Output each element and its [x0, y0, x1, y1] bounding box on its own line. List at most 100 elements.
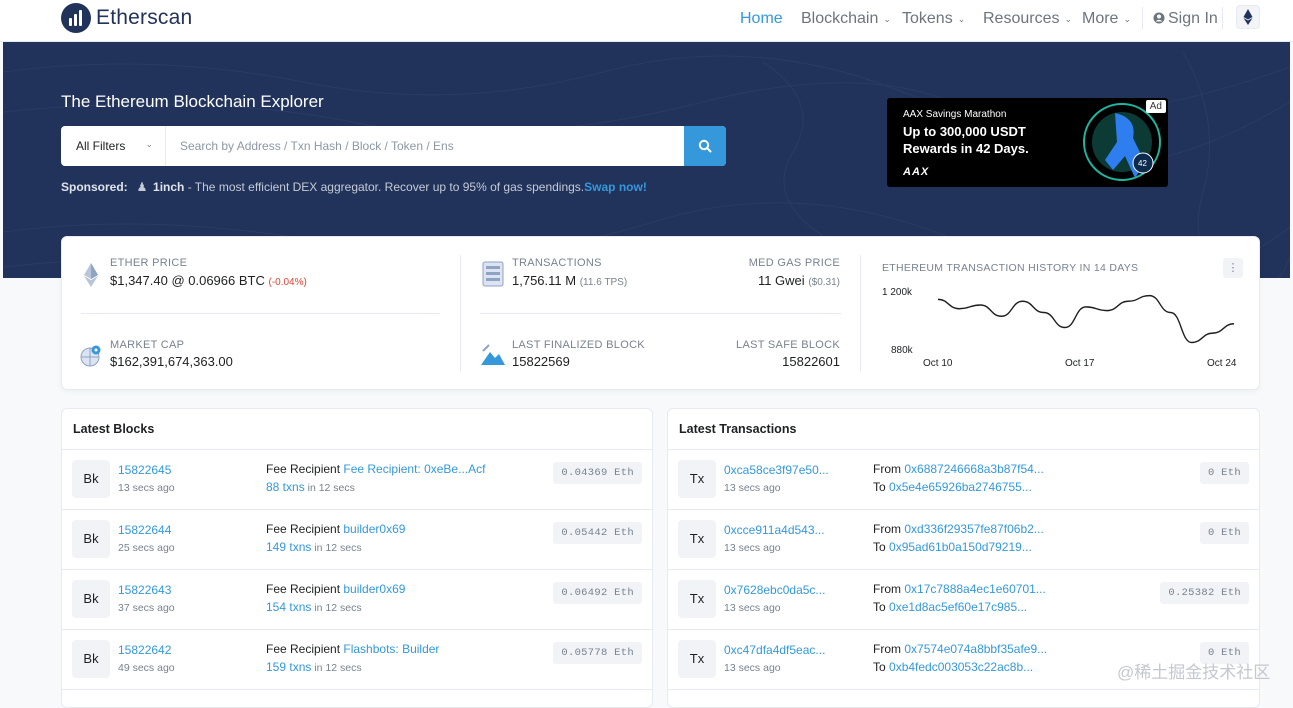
safe-block-value[interactable]: 15822601: [782, 354, 840, 369]
nav-signin[interactable]: Sign In: [1153, 10, 1218, 28]
transaction-row: Tx0xca58ce3f97e50...13 secs agoFrom 0x68…: [668, 450, 1259, 510]
from-address-link[interactable]: 0x17c7888a4ec1e60701...: [904, 582, 1045, 596]
transaction-hash-link[interactable]: 0xca58ce3f97e50...: [724, 463, 829, 477]
finalized-block-value[interactable]: 15822569: [512, 354, 570, 369]
transactions-value[interactable]: 1,756.11 M (11.6 TPS): [512, 273, 627, 288]
gas-price-usd: ($0.31): [808, 277, 840, 288]
globe-icon: [79, 343, 103, 369]
transaction-to: To 0xb4fedc003053c22ac8b...: [873, 660, 1033, 674]
transaction-history-chart[interactable]: [936, 285, 1236, 355]
more-vertical-icon: ⋮: [1228, 262, 1239, 274]
transaction-age: 13 secs ago: [724, 602, 781, 614]
from-address-link[interactable]: 0xd336f29357fe87f06b2...: [904, 522, 1043, 536]
block-reward: 0.04369 Eth: [553, 462, 642, 484]
fee-recipient-link[interactable]: Fee Recipient: 0xeBe...Acf: [343, 462, 485, 476]
to-label: To: [873, 540, 889, 554]
fee-recipient-label: Fee Recipient: [266, 462, 343, 476]
search-button[interactable]: [684, 126, 726, 166]
chart-series-line: [938, 296, 1234, 343]
transaction-hash-link[interactable]: 0xcce911a4d543...: [724, 523, 825, 537]
block-badge: Bk: [72, 640, 110, 678]
transaction-amount: 0 Eth: [1200, 522, 1249, 544]
logo-text: Etherscan: [96, 6, 192, 30]
block-number-link[interactable]: 15822642: [118, 643, 171, 657]
block-reward: 0.05778 Eth: [553, 642, 642, 664]
transaction-from: From 0x17c7888a4ec1e60701...: [873, 582, 1046, 596]
chart-y-tick: 880k: [891, 345, 913, 356]
gas-price-value[interactable]: 11 Gwei ($0.31): [758, 273, 840, 288]
nav-resources[interactable]: Resources ⌄: [983, 10, 1072, 28]
search-input[interactable]: [166, 126, 684, 166]
block-number-link[interactable]: 15822645: [118, 463, 171, 477]
stats-card: ETHER PRICE $1,347.40 @ 0.06966 BTC (-0.…: [61, 236, 1260, 390]
block-reward: 0.05442 Eth: [553, 522, 642, 544]
fee-recipient-link[interactable]: Flashbots: Builder: [343, 642, 439, 656]
ad-headline: Up to 300,000 USDT Rewards in 42 Days.: [903, 123, 1068, 157]
transaction-hash-link[interactable]: 0x7628ebc0da5c...: [724, 583, 825, 597]
fee-recipient-label: Fee Recipient: [266, 642, 343, 656]
chart-menu-button[interactable]: ⋮: [1223, 258, 1243, 278]
block-number-link[interactable]: 15822643: [118, 583, 171, 597]
nav-home[interactable]: Home: [740, 10, 783, 28]
transaction-badge: Tx: [678, 520, 716, 558]
block-reward: 0.06492 Eth: [553, 582, 642, 604]
chart-y-tick: 1 200k: [882, 287, 912, 298]
to-address-link[interactable]: 0xe1d8ac5ef60e17c985...: [889, 600, 1027, 614]
block-number-link[interactable]: 15822644: [118, 523, 171, 537]
search-filter-select[interactable]: All Filters ⌄: [61, 126, 166, 166]
fee-recipient: Fee Recipient builder0x69: [266, 522, 405, 536]
ethereum-icon: [1237, 6, 1259, 28]
sponsor-name: 1inch: [153, 180, 184, 194]
fee-recipient-link[interactable]: builder0x69: [343, 582, 405, 596]
etherscan-logo-icon: [61, 3, 91, 33]
from-label: From: [873, 522, 904, 536]
block-txns-link[interactable]: 154 txns: [266, 600, 311, 614]
from-label: From: [873, 462, 904, 476]
to-address-link[interactable]: 0x95ad61b0a150d79219...: [889, 540, 1032, 554]
nav-resources-label: Resources: [983, 10, 1059, 27]
sponsored-banner: Sponsored: ♟1inch - The most efficient D…: [61, 180, 647, 194]
transaction-from: From 0x6887246668a3b87f54...: [873, 462, 1044, 476]
swap-now-link[interactable]: Swap now!: [584, 180, 647, 194]
block-age: 49 secs ago: [118, 662, 175, 674]
chevron-down-icon: ⌄: [1064, 14, 1072, 24]
to-label: To: [873, 480, 889, 494]
from-address-link[interactable]: 0x6887246668a3b87f54...: [904, 462, 1043, 476]
chevron-down-icon: ⌄: [145, 139, 153, 150]
latest-transactions-title: Latest Transactions: [668, 409, 1259, 450]
block-row: Bk1582264425 secs agoFee Recipient build…: [62, 510, 652, 570]
block-time: in 12 secs: [311, 662, 361, 674]
block-txns-link[interactable]: 159 txns: [266, 660, 311, 674]
nav-more[interactable]: More⌄: [1082, 10, 1131, 28]
transaction-from: From 0x7574e074a8bbf35afe9...: [873, 642, 1047, 656]
to-address-link[interactable]: 0xb4fedc003053c22ac8b...: [889, 660, 1033, 674]
block-txns-link[interactable]: 149 txns: [266, 540, 311, 554]
fee-recipient-link[interactable]: builder0x69: [343, 522, 405, 536]
gas-price-gwei: 11 Gwei: [758, 273, 805, 288]
block-txns-link[interactable]: 88 txns: [266, 480, 305, 494]
to-address-link[interactable]: 0x5e4e65926ba2746755...: [889, 480, 1032, 494]
from-address-link[interactable]: 0x7574e074a8bbf35afe9...: [904, 642, 1047, 656]
watermark: @稀土掘金技术社区: [1117, 658, 1270, 683]
transaction-badge: Tx: [678, 580, 716, 618]
user-circle-icon: [1153, 12, 1165, 24]
from-label: From: [873, 582, 904, 596]
network-switch-button[interactable]: [1236, 5, 1260, 29]
nav-signin-label: Sign In: [1168, 10, 1218, 27]
search-filter-label: All Filters: [76, 139, 125, 153]
fee-recipient-label: Fee Recipient: [266, 522, 343, 536]
nav-tokens[interactable]: Tokens⌄: [902, 10, 965, 28]
block-txns: 154 txns in 12 secs: [266, 600, 362, 614]
gas-price-label: MED GAS PRICE: [749, 257, 840, 269]
nav-tokens-label: Tokens: [902, 10, 953, 27]
sponsored-label: Sponsored:: [61, 180, 128, 194]
transaction-hash-link[interactable]: 0xc47dfa4df5eac...: [724, 643, 825, 657]
transactions-tps: (11.6 TPS): [580, 277, 627, 288]
block-txns: 159 txns in 12 secs: [266, 660, 362, 674]
ad-banner[interactable]: 42 AAX Savings Marathon Up to 300,000 US…: [887, 98, 1168, 187]
transaction-from: From 0xd336f29357fe87f06b2...: [873, 522, 1044, 536]
etherscan-logo[interactable]: Etherscan: [61, 3, 192, 33]
ad-brand: AAX: [903, 166, 929, 178]
nav-blockchain[interactable]: Blockchain⌄: [801, 10, 891, 28]
block-txns: 149 txns in 12 secs: [266, 540, 362, 554]
